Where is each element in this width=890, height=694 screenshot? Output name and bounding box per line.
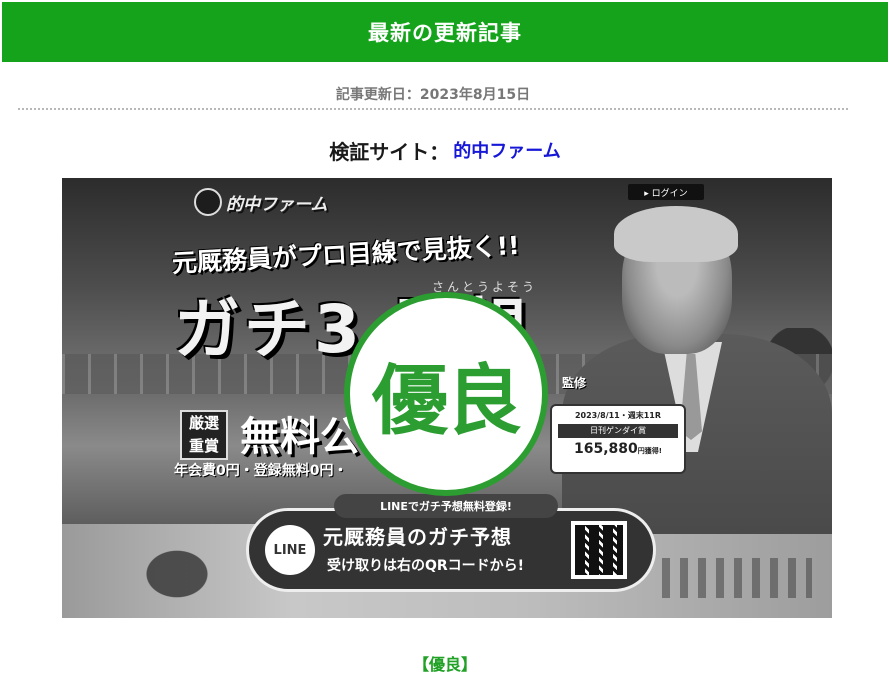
rating-stamp-text: 優良 [372,356,522,445]
result-amount-suffix: 円獲得! [637,447,662,455]
banner-login-button: ▸ ログイン [628,184,704,200]
qr-code [571,521,627,579]
update-date: 記事更新日：2023年8月15日 [335,87,531,103]
result-amount-value: 165,880 [574,441,638,457]
rating-label: 【優良】 [412,655,477,674]
header-title: 最新の更新記事 [368,21,522,45]
verified-site-label: 検証サイト： [329,139,450,164]
rating-stamp: 優良 [344,292,548,496]
result-amount: 165,880円獲得! [552,441,684,457]
result-card: 2023/8/11・週末11R 日刊ゲンダイ賞 165,880円獲得! [550,404,686,474]
feature-text: 無料公 [240,414,360,460]
fee-line: 年会費0円・登録無料0円・ [174,463,348,479]
banner-logo-text: 的中ファーム [226,194,328,215]
line-logo-icon: LINE [265,525,315,575]
page-header: 最新の更新記事 [2,2,888,62]
line-register-label: LINEでガチ予想無料登録! [334,494,558,518]
verified-site-row: 検証サイト： 的中ファーム [0,134,890,166]
feature-tag-text: 厳選 重賞 [188,414,219,455]
logo-horse-icon [194,188,222,216]
result-date: 2023/8/11・週末11R [574,411,662,420]
supervisor-photo [562,206,832,534]
supervision-label: 監修 [562,376,587,390]
banner-logo: 的中ファーム [194,188,328,216]
supervisor-hair [614,206,738,262]
line-title: 元厩務員のガチ予想 [323,525,512,549]
update-date-row: 記事更新日：2023年8月15日 [18,80,848,110]
qr-code-pattern [575,525,623,575]
horse-herd-image [662,558,812,598]
feature-tag: 厳選 重賞 [180,410,228,460]
verified-site-link[interactable]: 的中ファーム [453,137,560,163]
result-race: 日刊ゲンダイ賞 [558,424,678,438]
line-register-banner: LINE 元厩務員のガチ予想 受け取りは右のQRコードから! [246,508,656,592]
horse-rider-image [122,532,232,602]
line-subtitle: 受け取りは右のQRコードから! [327,558,525,574]
